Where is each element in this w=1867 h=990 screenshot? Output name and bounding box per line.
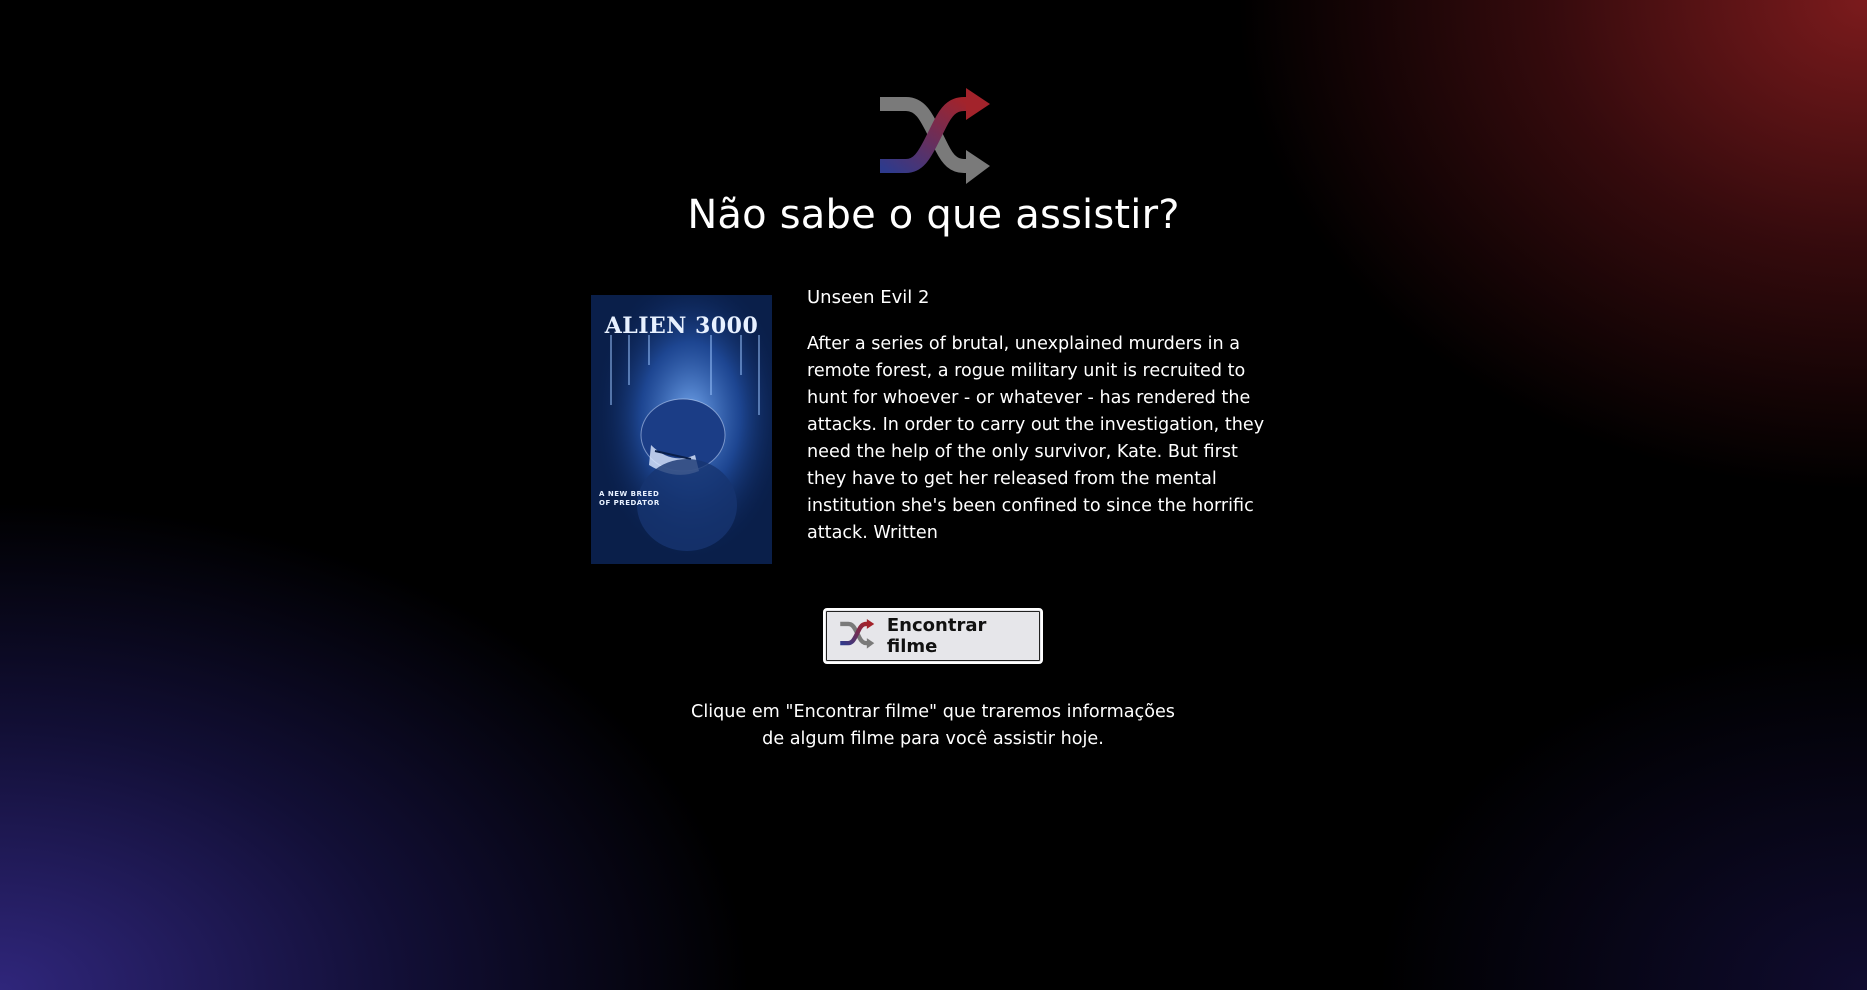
poster-title: ALIEN 3000 [604,313,759,339]
find-movie-button-label: Encontrar filme [886,615,987,657]
page-title: Não sabe o que assistir? [687,192,1180,238]
page: Não sabe o que assistir? ALIEN 3000 A NE… [0,0,1867,990]
hint-text: Clique em "Encontrar filme" que traremos… [691,702,1175,749]
shuffle-icon [840,618,875,649]
poster-tagline-2: OF PREDATOR [599,499,660,507]
shuffle-icon [880,88,990,184]
find-movie-button[interactable]: Encontrar filme [823,608,1043,664]
poster-tagline-1: A NEW BREED [599,490,660,498]
movie-poster: ALIEN 3000 A NEW BREED OF PREDATOR [591,295,772,564]
movie-overview: After a series of brutal, unexplained mu… [807,334,1265,543]
movie-title: Unseen Evil 2 [807,287,930,308]
